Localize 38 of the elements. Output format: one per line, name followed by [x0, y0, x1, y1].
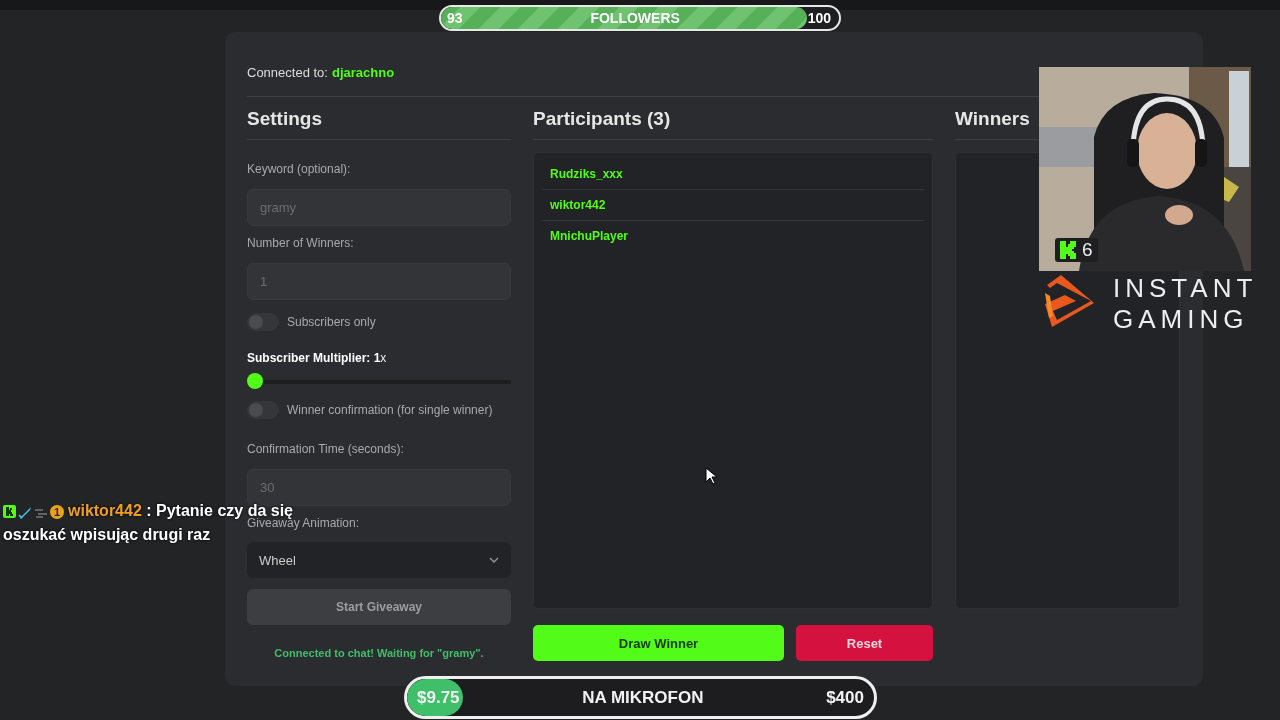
kick-icon [3, 505, 16, 518]
chat-username: wiktor442 [68, 502, 142, 519]
goal-label: FOLLOWERS [590, 10, 680, 26]
brand-name: GAMING [1113, 304, 1250, 335]
toggle-switch[interactable] [247, 313, 279, 331]
reset-button[interactable]: Reset [796, 625, 933, 661]
slider-thumb[interactable] [247, 373, 263, 389]
draw-winner-button[interactable]: Draw Winner [533, 625, 784, 661]
slider-label: Subscriber Multiplier: 1x [247, 351, 388, 367]
connection-label: Connected to: [247, 65, 328, 80]
goal-current: 93 [447, 10, 463, 26]
pointer-icon [705, 467, 719, 486]
viewer-count: 6 [1082, 239, 1093, 261]
section-heading: Participants (3) [533, 97, 933, 140]
badge-number: 1 [50, 504, 64, 519]
input-field[interactable]: gramy [247, 189, 511, 226]
field-label: Number of Winners: [247, 236, 355, 250]
dropdown[interactable]: Wheel [247, 542, 511, 578]
participant-name: wiktor442 [542, 190, 924, 221]
toggle-switch[interactable] [247, 401, 279, 419]
channel-name: djarachno [331, 65, 395, 80]
status-message: Connected to chat! Waiting for "gramy". [273, 647, 485, 659]
chevron-down-icon [489, 557, 499, 563]
goal-label: NA MIKROFON [582, 687, 704, 708]
kick-icon [1060, 241, 1076, 259]
chat-message: oszukać wpisując drugi raz [3, 526, 211, 544]
participant-name: MnichuPlayer [549, 228, 630, 245]
toggle-label: Subscribers only [287, 315, 376, 329]
goal-current: $9.75 [417, 687, 460, 708]
toggle-label: Winner confirmation (for single winner) [287, 403, 493, 417]
field-label: Keyword (optional): [247, 162, 352, 176]
goal-target: 100 [807, 10, 831, 26]
participant-name: Rudziks_xxx [542, 159, 924, 190]
field-label: Confirmation Time (seconds): [247, 442, 405, 456]
brand-name: INSTANT [1113, 273, 1258, 304]
input-field[interactable]: 1 [247, 263, 511, 300]
section-heading: Settings [247, 97, 511, 140]
goal-target: $400 [826, 687, 864, 708]
